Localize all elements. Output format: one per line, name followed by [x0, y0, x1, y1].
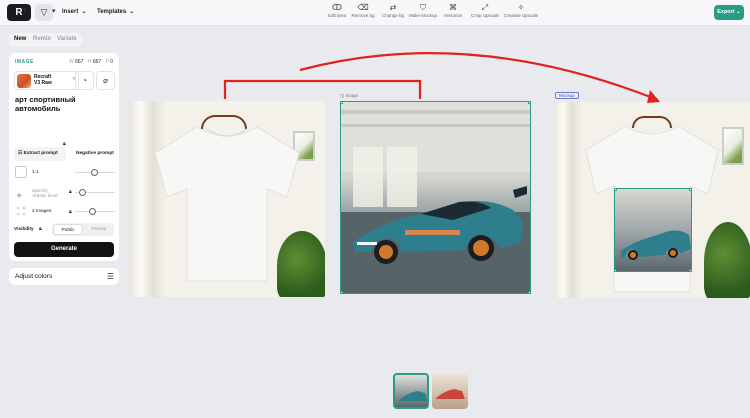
annotation-arrows: [223, 52, 660, 103]
thumbnail-1[interactable]: [393, 373, 429, 409]
curved-arrow: [299, 52, 659, 102]
variant-thumbnails: [393, 373, 468, 409]
arrowhead: [647, 90, 660, 103]
thumbnail-2[interactable]: [432, 373, 468, 409]
thumbnail-car: [435, 389, 465, 399]
thumbnail-car: [398, 391, 427, 401]
bracket-arrow: [223, 79, 422, 99]
